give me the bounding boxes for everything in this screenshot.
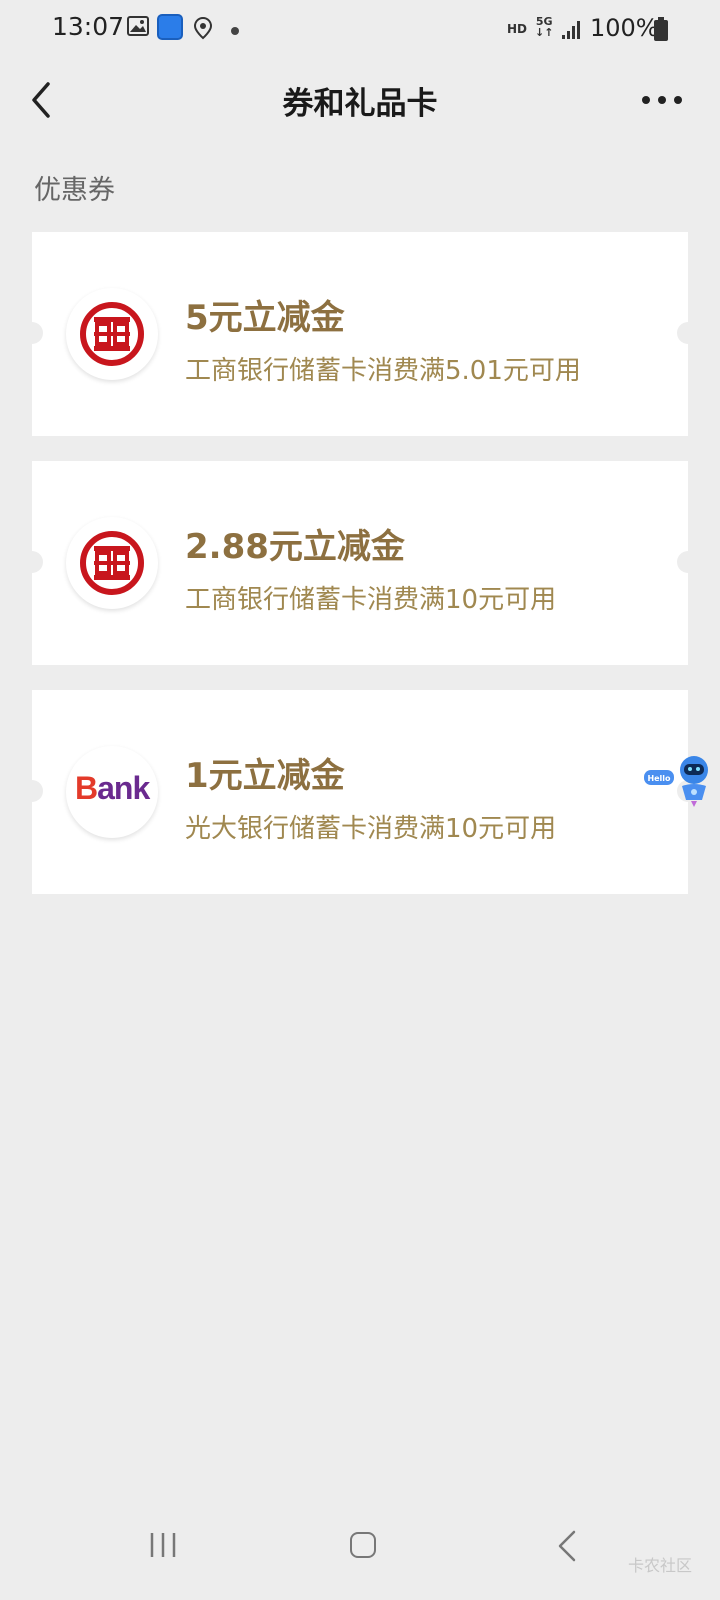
- network-indicator: 5G ↓↑: [535, 15, 554, 39]
- hd-indicator: HD: [507, 22, 528, 36]
- icbc-logo: [66, 517, 158, 609]
- section-title: 优惠券: [34, 175, 115, 206]
- coupon-description: 工商银行储蓄卡消费满10元可用: [185, 585, 557, 615]
- page-title: 券和礼品卡: [282, 86, 438, 122]
- system-back-button[interactable]: [556, 1530, 578, 1562]
- battery-percentage: 100%: [590, 14, 659, 42]
- coupon-description: 光大银行储蓄卡消费满10元可用: [185, 814, 557, 844]
- coupon-title: 5元立减金: [185, 298, 345, 338]
- system-nav-bar: [0, 1530, 720, 1600]
- battery-icon: [654, 17, 668, 41]
- icbc-logo: [66, 288, 158, 380]
- signal-icon: [562, 21, 580, 39]
- status-bar: 13:07 HD 5G ↓↑ 100%: [0, 0, 720, 60]
- coupon-description: 工商银行储蓄卡消费满5.01元可用: [185, 356, 581, 386]
- recent-apps-button[interactable]: [148, 1530, 178, 1560]
- more-dots-icon[interactable]: [640, 88, 690, 112]
- bank-logo-icon: Bank: [75, 770, 150, 806]
- nav-bar: 券和礼品卡: [0, 60, 720, 140]
- robot-icon: Hello: [644, 756, 708, 807]
- coupon-title: 2.88元立减金: [185, 527, 405, 567]
- watermark: 卡农社区: [628, 1556, 693, 1575]
- status-time: 13:07: [52, 12, 125, 41]
- location-icon: [193, 16, 213, 40]
- icbc-logo-icon: [80, 302, 144, 366]
- icbc-logo-icon: [80, 531, 144, 595]
- app-notification-icon: [157, 14, 183, 40]
- home-button[interactable]: [350, 1532, 376, 1558]
- gallery-icon: [127, 16, 149, 36]
- bank-logo: Bank: [66, 746, 158, 838]
- coupon-card[interactable]: 5元立减金 工商银行储蓄卡消费满5.01元可用: [21, 232, 699, 436]
- assistant-robot-button[interactable]: Hello: [644, 754, 714, 814]
- coupon-card[interactable]: Bank 1元立减金 光大银行储蓄卡消费满10元可用: [21, 690, 699, 894]
- coupon-card[interactable]: 2.88元立减金 工商银行储蓄卡消费满10元可用: [21, 461, 699, 665]
- robot-hello-label: Hello: [647, 774, 671, 783]
- coupon-title: 1元立减金: [185, 756, 345, 796]
- notification-dot-icon: [231, 27, 239, 35]
